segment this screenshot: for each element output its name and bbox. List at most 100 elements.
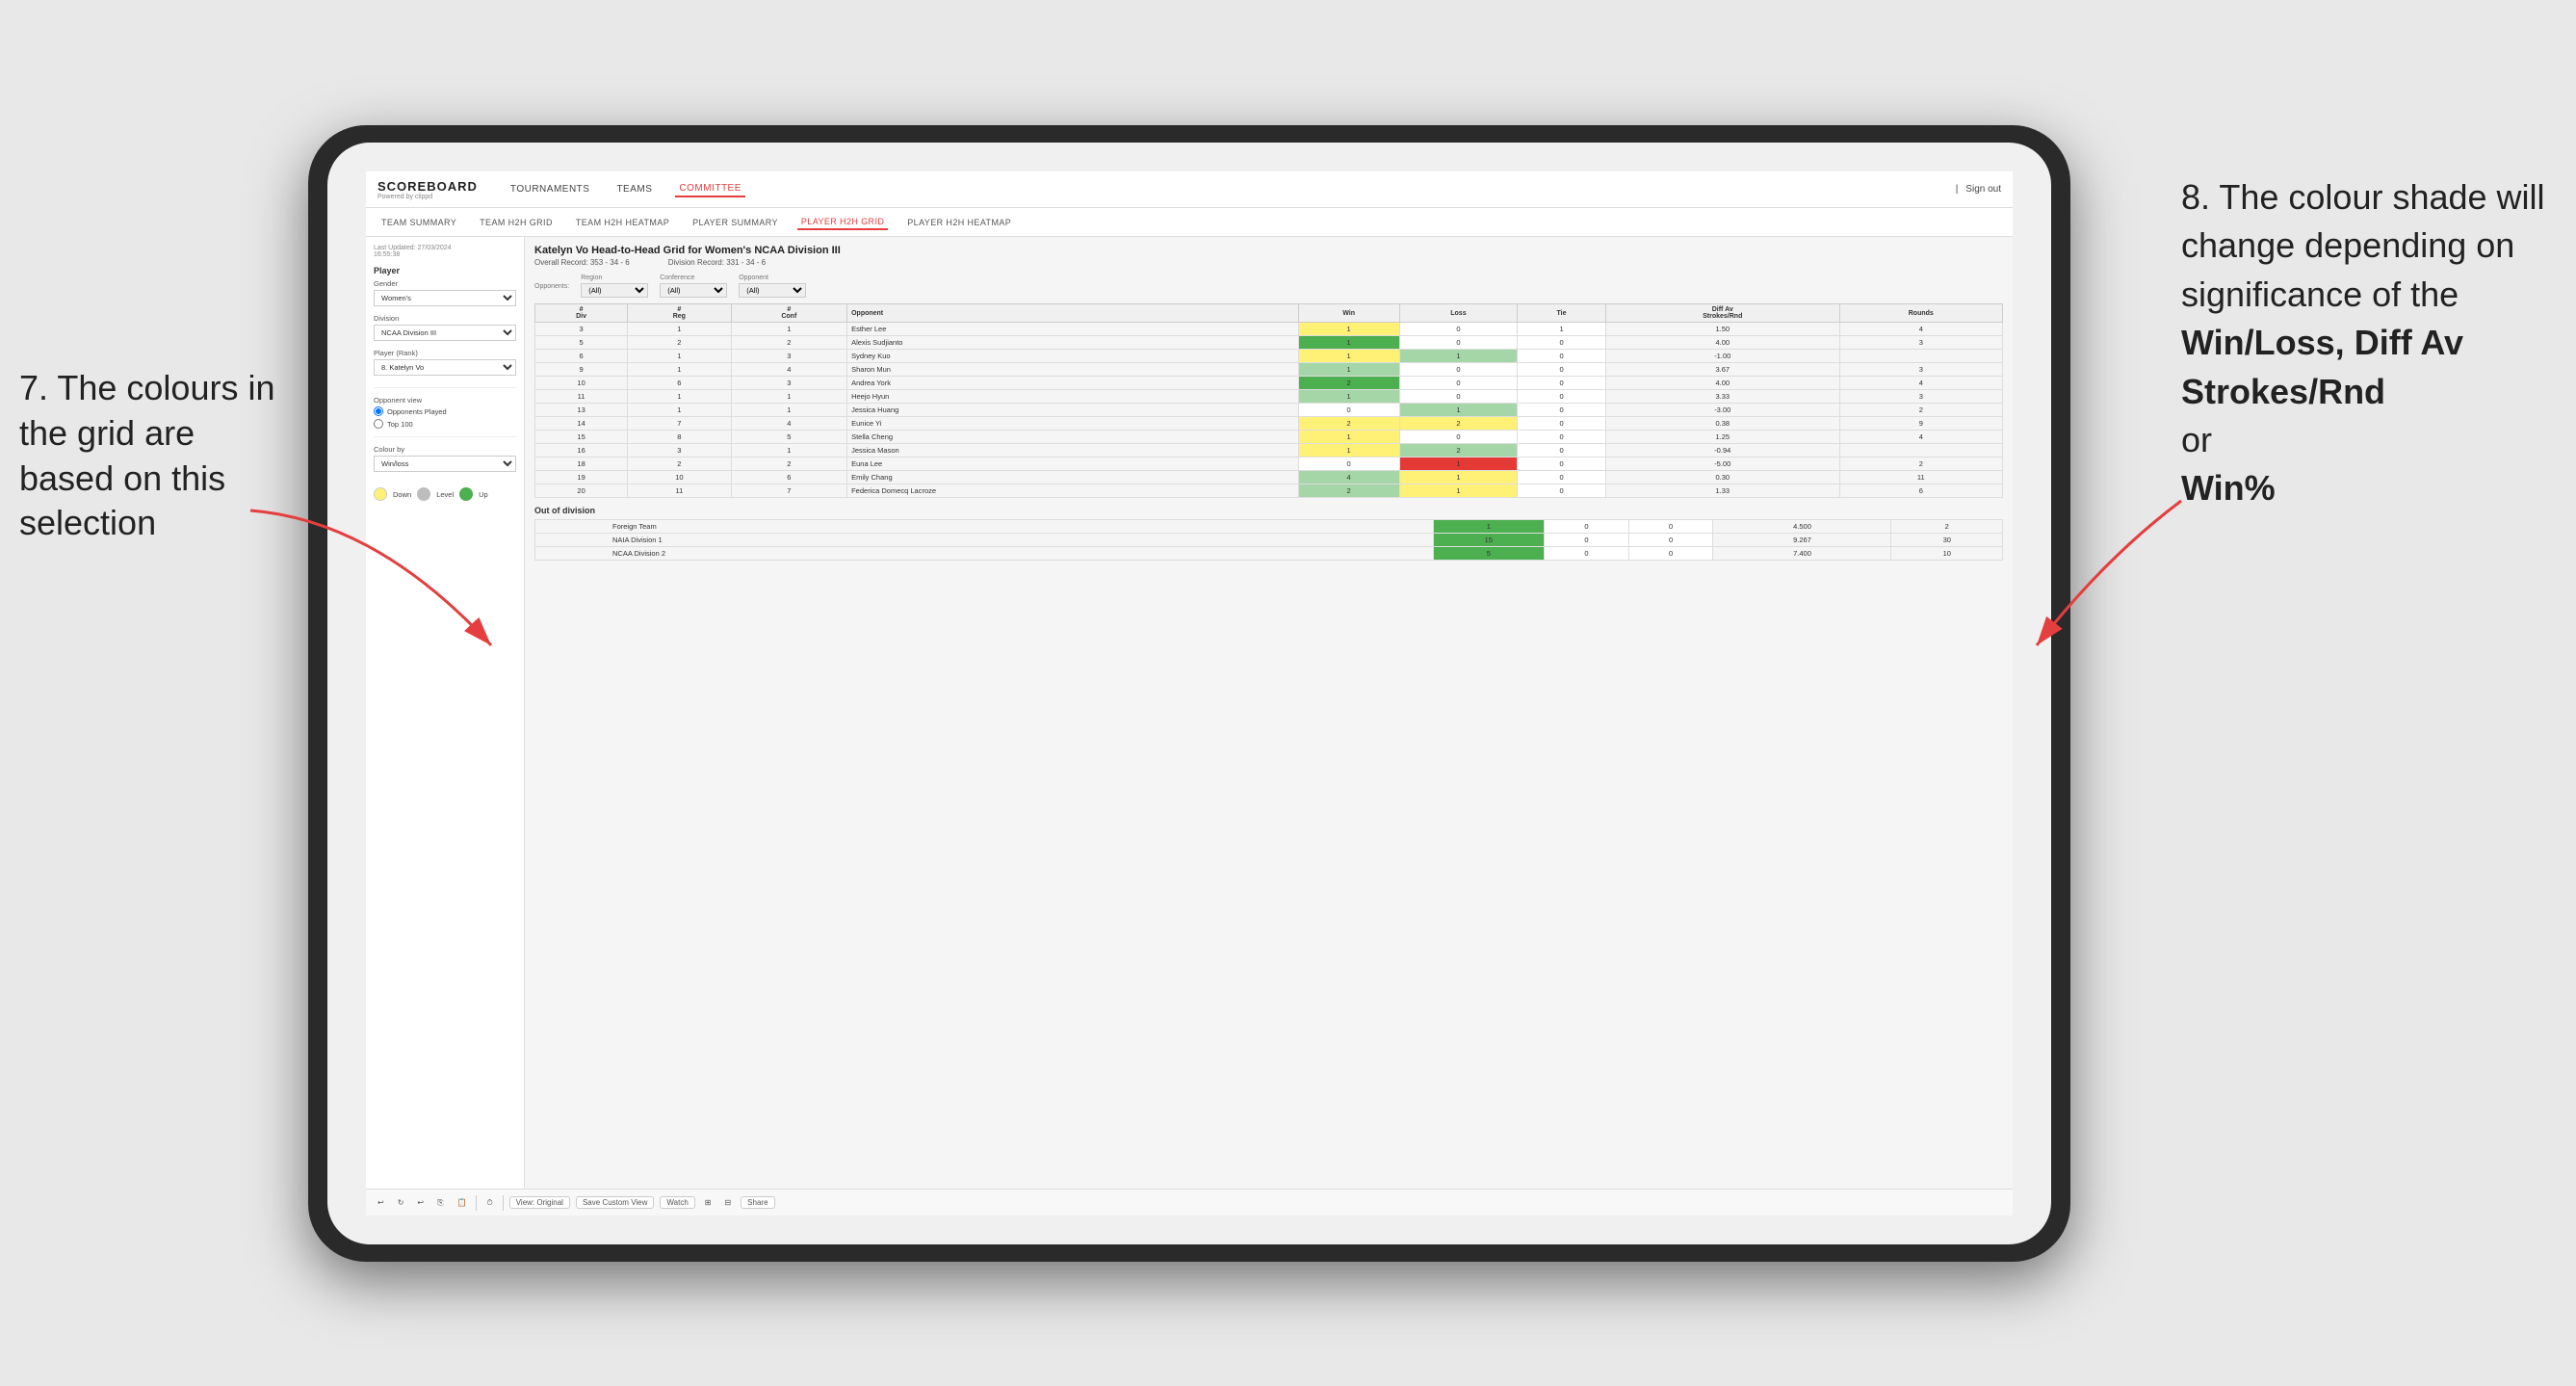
toolbar-divider2 [503, 1195, 504, 1211]
table-row: 10 6 3 Andrea York 2 0 0 4.00 4 [535, 377, 2003, 390]
sidebar-division-label: Division [374, 314, 516, 323]
table-row: 5 2 2 Alexis Sudjianto 1 0 0 4.00 3 [535, 336, 2003, 350]
sidebar-opponent-view-label: Opponent view [374, 396, 516, 405]
paste-button[interactable]: 📋 [454, 1196, 471, 1209]
sidebar-player-rank-label: Player (Rank) [374, 349, 516, 357]
division-record: Division Record: 331 - 34 - 6 [668, 258, 766, 267]
filter-conference-group: Conference (All) [660, 275, 727, 298]
opponents-played-radio[interactable] [374, 406, 383, 416]
sidebar-divider1 [374, 387, 516, 388]
back-button[interactable]: ↩ [413, 1196, 428, 1209]
top-navigation: SCOREBOARD Powered by clippd TOURNAMENTS… [366, 171, 2013, 208]
filter-region-select[interactable]: (All) [581, 283, 648, 298]
sidebar-gender-label: Gender [374, 279, 516, 288]
toolbar-icon2[interactable]: ⊟ [720, 1196, 735, 1209]
separator: | [1956, 184, 1959, 195]
legend-dot-down [374, 487, 387, 501]
legend-label-up: Up [479, 490, 488, 499]
col-opponent: Opponent [847, 304, 1298, 323]
filter-opponent-group: Opponent (All) [739, 275, 806, 298]
sub-nav-team-summary[interactable]: TEAM SUMMARY [377, 216, 460, 229]
sidebar-player-rank-select[interactable]: 8. Katelyn Vo [374, 359, 516, 376]
table-row: 16 3 1 Jessica Mason 1 2 0 -0.94 [535, 444, 2003, 458]
sub-navigation: TEAM SUMMARY TEAM H2H GRID TEAM H2H HEAT… [366, 208, 2013, 237]
sub-nav-player-h2h-heatmap[interactable]: PLAYER H2H HEATMAP [903, 216, 1015, 229]
bottom-toolbar: ↩ ↻ ↩ ⎘ 📋 ⏱ View: Original Save Custom V… [366, 1189, 2013, 1216]
filter-conference-select[interactable]: (All) [660, 283, 727, 298]
table-row: 19 10 6 Emily Chang 4 1 0 0.30 11 [535, 471, 2003, 484]
filter-region-label: Region [581, 275, 648, 281]
col-rounds: Rounds [1839, 304, 2002, 323]
out-of-division-table: Foreign Team 1 0 0 4.500 2 NAIA Division… [534, 519, 2003, 561]
nav-committee[interactable]: COMMITTEE [675, 181, 745, 197]
opponents-label: Opponents: [534, 283, 569, 290]
logo-area: SCOREBOARD Powered by clippd [377, 179, 478, 200]
sidebar-player-section: Player [374, 266, 516, 275]
sidebar-opponent-view-group: Opponents Played Top 100 [374, 406, 516, 429]
col-reg: #Reg [628, 304, 731, 323]
sub-nav-player-summary[interactable]: PLAYER SUMMARY [689, 216, 782, 229]
nav-teams[interactable]: TEAMS [612, 182, 656, 196]
sidebar-division-select[interactable]: NCAA Division III [374, 325, 516, 341]
table-row: 15 8 5 Stella Cheng 1 0 0 1.25 4 [535, 431, 2003, 444]
col-win: Win [1298, 304, 1399, 323]
table-row: 18 2 2 Euna Lee 0 1 0 -5.00 2 [535, 458, 2003, 471]
nav-right: | Sign out [1956, 184, 2001, 195]
col-div: #Div [535, 304, 628, 323]
legend-label-level: Level [436, 490, 454, 499]
annotation-connector: or [2181, 420, 2212, 459]
legend-area: Down Level Up [374, 487, 516, 501]
redo-button[interactable]: ↻ [394, 1196, 408, 1209]
logo-text: SCOREBOARD [377, 179, 478, 194]
main-content: Last Updated: 27/03/2024 16:55:38 Player… [366, 237, 2013, 1216]
filter-opponent-label: Opponent [739, 275, 806, 281]
out-of-division-header: Out of division [534, 506, 2003, 515]
annotation-bold1: Win/Loss, [2181, 323, 2345, 362]
sidebar-divider2 [374, 436, 516, 437]
col-conf: #Conf [731, 304, 847, 323]
toolbar-icon1[interactable]: ⊞ [701, 1196, 716, 1209]
main-data-table: #Div #Reg #Conf Opponent Win Loss Tie Di… [534, 303, 2003, 498]
filter-opponent-select[interactable]: (All) [739, 283, 806, 298]
sidebar-colour-by-select[interactable]: Win/loss [374, 456, 516, 472]
top100-radio[interactable] [374, 419, 383, 429]
sub-nav-team-h2h-grid[interactable]: TEAM H2H GRID [476, 216, 557, 229]
share-button[interactable]: Share [741, 1196, 774, 1209]
table-row: 13 1 1 Jessica Huang 0 1 0 -3.00 2 [535, 404, 2003, 417]
copy-button[interactable]: ⎘ [433, 1196, 447, 1210]
overall-record: Overall Record: 353 - 34 - 6 [534, 258, 630, 267]
table-row: 9 1 4 Sharon Mun 1 0 0 3.67 3 [535, 363, 2003, 377]
undo-button[interactable]: ↩ [374, 1196, 388, 1209]
grid-area: Katelyn Vo Head-to-Head Grid for Women's… [525, 237, 2013, 1216]
sidebar-gender-select[interactable]: Women's [374, 290, 516, 306]
sub-nav-team-h2h-heatmap[interactable]: TEAM H2H HEATMAP [572, 216, 673, 229]
sidebar-timestamp: Last Updated: 27/03/2024 16:55:38 [374, 245, 516, 258]
filter-row: Opponents: Region (All) Conference (All) [534, 275, 2003, 298]
sub-nav-player-h2h-grid[interactable]: PLAYER H2H GRID [797, 215, 888, 230]
legend-dot-up [459, 487, 473, 501]
grid-title: Katelyn Vo Head-to-Head Grid for Women's… [534, 245, 2003, 256]
col-diff: Diff AvStrokes/Rnd [1605, 304, 1839, 323]
sidebar-colour-by-label: Colour by [374, 445, 516, 454]
watch-button[interactable]: Watch [660, 1196, 694, 1209]
nav-tournaments[interactable]: TOURNAMENTS [507, 182, 594, 196]
table-row: NCAA Division 2 5 0 0 7.400 10 [535, 547, 2003, 561]
sidebar-radio-top100: Top 100 [374, 419, 516, 429]
grid-record: Overall Record: 353 - 34 - 6 Division Re… [534, 258, 2003, 267]
table-row: 3 1 1 Esther Lee 1 0 1 1.50 4 [535, 323, 2003, 336]
sign-out-link[interactable]: Sign out [1965, 184, 2001, 195]
tablet-device: SCOREBOARD Powered by clippd TOURNAMENTS… [308, 125, 2070, 1262]
clock-button[interactable]: ⏱ [482, 1196, 496, 1210]
opponents-played-label: Opponents Played [387, 407, 447, 416]
table-row: 11 1 1 Heejo Hyun 1 0 0 3.33 3 [535, 390, 2003, 404]
table-row: Foreign Team 1 0 0 4.500 2 [535, 520, 2003, 534]
sidebar-radio-opponents-played: Opponents Played [374, 406, 516, 416]
annotation-bold3: Win% [2181, 468, 2276, 508]
legend-dot-level [417, 487, 430, 501]
col-tie: Tie [1518, 304, 1606, 323]
view-original-button[interactable]: View: Original [509, 1196, 570, 1209]
filter-region-group: Region (All) [581, 275, 648, 298]
col-loss: Loss [1399, 304, 1517, 323]
save-custom-button[interactable]: Save Custom View [576, 1196, 654, 1209]
filter-conference-label: Conference [660, 275, 727, 281]
